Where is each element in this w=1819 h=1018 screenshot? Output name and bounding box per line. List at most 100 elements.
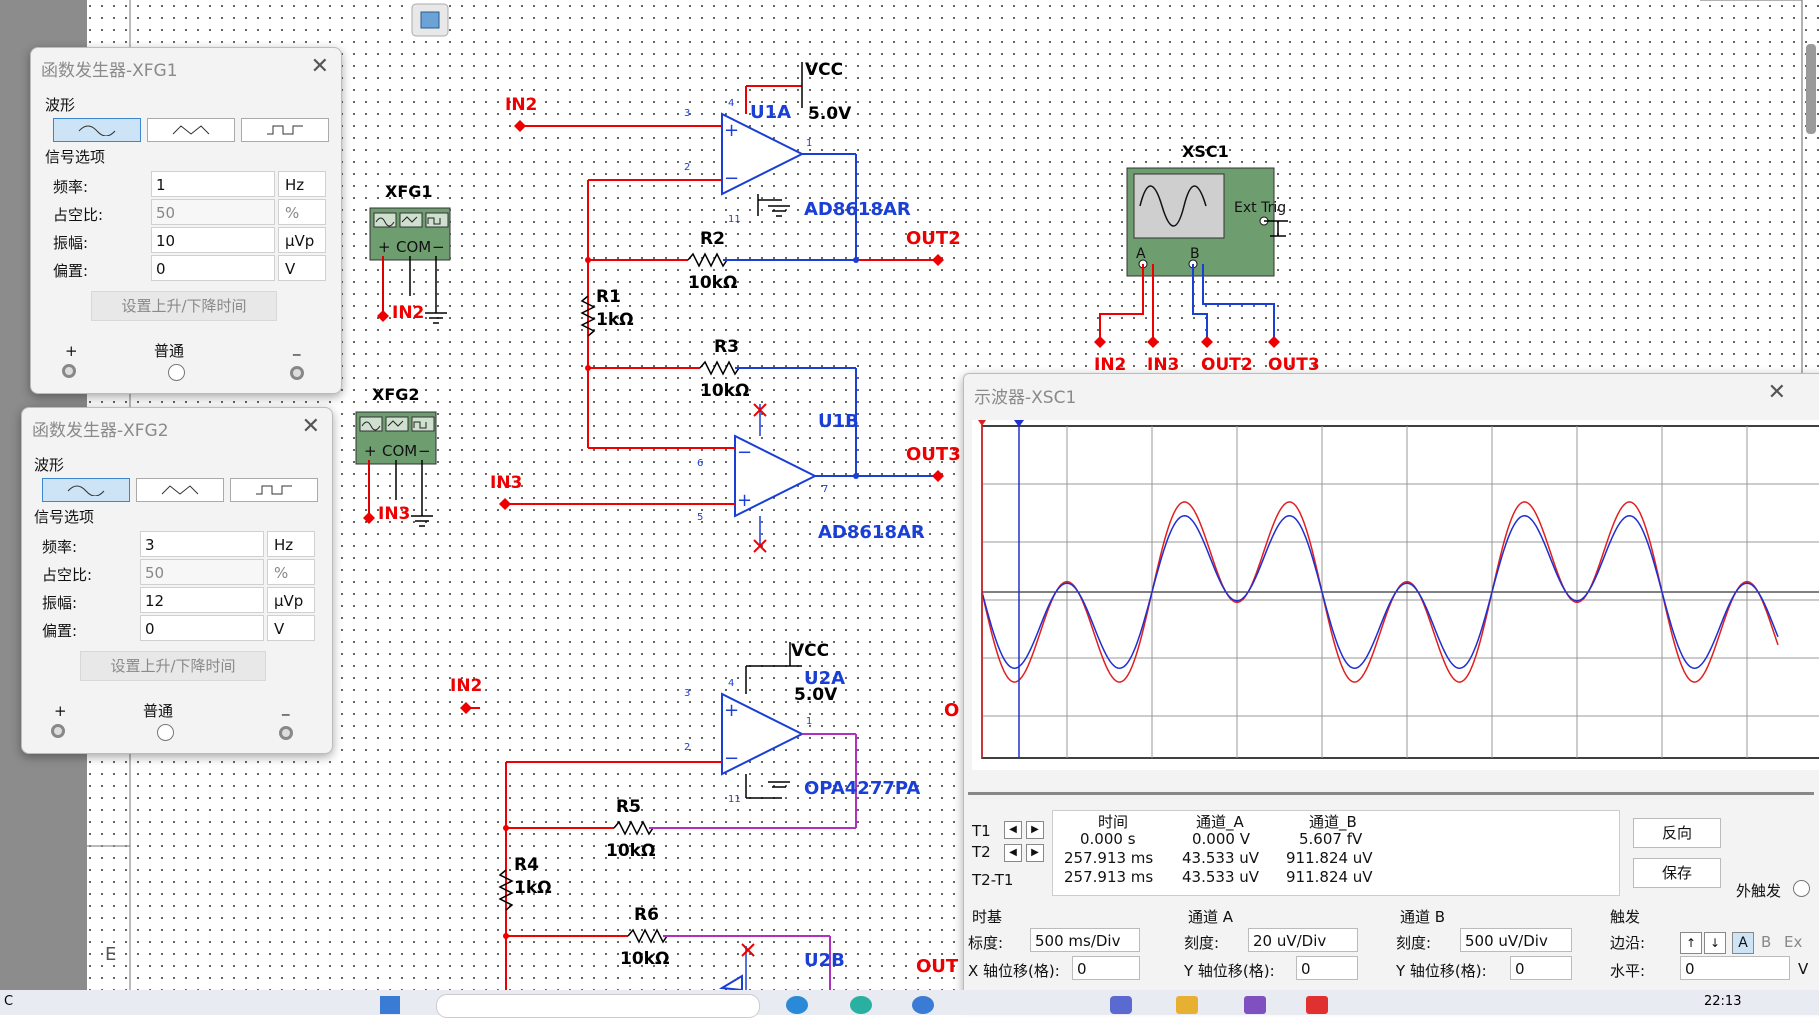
taskbar-app-icon[interactable] xyxy=(1176,996,1198,1014)
xfg1-freq-input[interactable]: 1 xyxy=(151,171,275,197)
xfg2-com-label: COM xyxy=(382,442,417,460)
u1a-pin4: 4 xyxy=(728,98,734,109)
taskbar-clock: 22:13 xyxy=(1704,994,1742,1009)
u1a-pin3: 3 xyxy=(684,108,690,119)
scope-timebase-title: 时基 xyxy=(972,908,1003,926)
xfg2-sine-button[interactable] xyxy=(42,478,130,502)
taskbar-app-icon[interactable] xyxy=(850,996,872,1014)
xfg1-close-icon[interactable]: ✕ xyxy=(311,54,329,79)
xfg1-plus-terminal[interactable] xyxy=(62,364,76,378)
xfg2-close-icon[interactable]: ✕ xyxy=(302,414,320,439)
xfg1-rise-time-button: 设置上升/下降时间 xyxy=(91,291,277,321)
xfg2-panel[interactable]: 函数发生器-XFG2 ✕ 波形 信号选项 频率: 3 Hz 占空比: 50 % … xyxy=(21,407,333,754)
scope-ch-b-title: 通道 B xyxy=(1400,908,1446,926)
scope-panel[interactable]: 示波器-XSC1 ✕ T1 ◀ ▶ T2 ◀ ▶ T2-T1 时间 通道_A 通… xyxy=(963,373,1819,1005)
xfg2-offset-unit[interactable]: V xyxy=(267,615,315,641)
scope-col-a: 通道_A xyxy=(1196,813,1244,831)
u1a-part: AD8618AR xyxy=(804,199,911,220)
xfg1-triangle-button[interactable] xyxy=(147,118,235,142)
scope-ch-b-y-field[interactable]: 0 xyxy=(1510,956,1572,980)
scope-r3-a: 43.533 uV xyxy=(1182,868,1260,886)
xfg1-minus-label: _ xyxy=(293,338,301,356)
scope-scrollbar[interactable] xyxy=(968,792,1814,795)
xfg1-offset-label: 偏置: xyxy=(53,262,89,280)
svg-text:+: + xyxy=(724,120,739,141)
xfg2-offset-label: 偏置: xyxy=(42,622,78,640)
u1a-pin1: 1 xyxy=(806,138,812,149)
xfg1-sine-button[interactable] xyxy=(53,118,141,142)
scope-close-icon[interactable]: ✕ xyxy=(1768,380,1786,405)
xfg1-common-terminal[interactable] xyxy=(168,364,185,381)
scope-t2-left-arrow[interactable]: ◀ xyxy=(1004,844,1022,862)
scope-title: 示波器-XSC1 xyxy=(974,388,1077,408)
scope-ch-a-y-field[interactable]: 0 xyxy=(1296,956,1358,980)
xfg1-net-in2: IN2 xyxy=(392,303,424,323)
xfg2-common-terminal[interactable] xyxy=(157,724,174,741)
xfg2-amp-unit[interactable]: µVp xyxy=(267,587,315,613)
svg-text:−: − xyxy=(724,168,739,189)
xfg1-label: XFG1 xyxy=(385,182,433,201)
xfg1-com-label: COM xyxy=(396,238,431,256)
xfg2-minus-terminal[interactable] xyxy=(279,726,293,740)
xfg1-amp-unit[interactable]: µVp xyxy=(278,227,326,253)
xfg1-panel[interactable]: 函数发生器-XFG1 ✕ 波形 信号选项 频率: 1 Hz 占空比: 50 % … xyxy=(30,47,342,394)
xfg1-amp-input[interactable]: 10 xyxy=(151,227,275,253)
scope-t2-label: T2 xyxy=(972,843,991,861)
xfg1-freq-unit[interactable]: Hz xyxy=(278,171,326,197)
xsc1-symbol[interactable] xyxy=(1126,167,1275,277)
scope-level-unit: V xyxy=(1798,960,1809,978)
xfg1-duty-label: 占空比: xyxy=(53,206,104,224)
scope-scale-field[interactable]: 500 ms/Div xyxy=(1030,928,1140,952)
xfg1-square-button[interactable] xyxy=(241,118,329,142)
scope-rising-edge-icon[interactable]: ↑ xyxy=(1680,932,1702,954)
xfg2-triangle-button[interactable] xyxy=(136,478,224,502)
xfg2-minus-label: _ xyxy=(282,698,290,716)
scope-trig-b-button[interactable]: B xyxy=(1761,933,1771,951)
taskbar-app-icon[interactable] xyxy=(912,996,934,1014)
svg-text:+: + xyxy=(378,238,391,256)
scope-x-offset-field[interactable]: 0 xyxy=(1072,956,1140,980)
xfg1-offset-input[interactable]: 0 xyxy=(151,255,275,281)
scope-level-field[interactable]: 0 xyxy=(1680,956,1790,980)
scope-x-offset-label: X 轴位移(格): xyxy=(968,962,1060,980)
u2a-vcc-label: VCC xyxy=(791,641,829,661)
r2-label: R2 xyxy=(700,229,725,249)
xsc1-label: XSC1 xyxy=(1182,142,1229,161)
u1a-pin11: 11 xyxy=(728,214,741,225)
scope-trig-a-button[interactable]: A xyxy=(1732,932,1754,954)
scope-ch-b-scale-field[interactable]: 500 uV/Div xyxy=(1460,928,1572,952)
taskbar-app-icon[interactable] xyxy=(786,996,808,1014)
xfg2-freq-input[interactable]: 3 xyxy=(140,531,264,557)
svg-text:+: + xyxy=(724,700,739,721)
taskbar-search[interactable] xyxy=(436,994,760,1018)
taskbar-app-icon[interactable] xyxy=(1110,996,1132,1014)
u1a-net-in2: IN2 xyxy=(505,95,537,115)
u1b-pin7: 7 xyxy=(822,484,828,495)
vertical-scrollbar[interactable] xyxy=(1806,44,1816,134)
scope-t2-right-arrow[interactable]: ▶ xyxy=(1026,844,1044,862)
scope-ext-trigger-terminal[interactable] xyxy=(1793,880,1810,897)
xfg2-title: 函数发生器-XFG2 xyxy=(32,421,169,441)
xfg1-freq-label: 频率: xyxy=(53,178,89,196)
xfg1-duty-input: 50 xyxy=(151,199,275,225)
taskbar-app-icon[interactable] xyxy=(1244,996,1266,1014)
scope-save-button[interactable]: 保存 xyxy=(1633,858,1721,888)
scope-t1-right-arrow[interactable]: ▶ xyxy=(1026,821,1044,839)
scope-screen[interactable] xyxy=(972,420,1819,770)
xfg2-plus-terminal[interactable] xyxy=(51,724,65,738)
taskbar-app-icon[interactable] xyxy=(1306,996,1328,1014)
svg-text:+: + xyxy=(737,490,752,511)
xfg1-minus-terminal[interactable] xyxy=(290,366,304,380)
scope-trig-ext-button[interactable]: Ex xyxy=(1784,933,1802,951)
start-icon[interactable] xyxy=(380,996,400,1014)
xfg2-square-button[interactable] xyxy=(230,478,318,502)
u2a-part: OPA4277PA xyxy=(804,778,920,799)
xfg2-offset-input[interactable]: 0 xyxy=(140,615,264,641)
scope-falling-edge-icon[interactable]: ↓ xyxy=(1704,932,1726,954)
scope-reverse-button[interactable]: 反向 xyxy=(1633,818,1721,848)
xfg2-amp-input[interactable]: 12 xyxy=(140,587,264,613)
xfg1-offset-unit[interactable]: V xyxy=(278,255,326,281)
scope-t1-left-arrow[interactable]: ◀ xyxy=(1004,821,1022,839)
scope-ch-a-scale-field[interactable]: 20 uV/Div xyxy=(1248,928,1358,952)
xfg2-freq-unit[interactable]: Hz xyxy=(267,531,315,557)
